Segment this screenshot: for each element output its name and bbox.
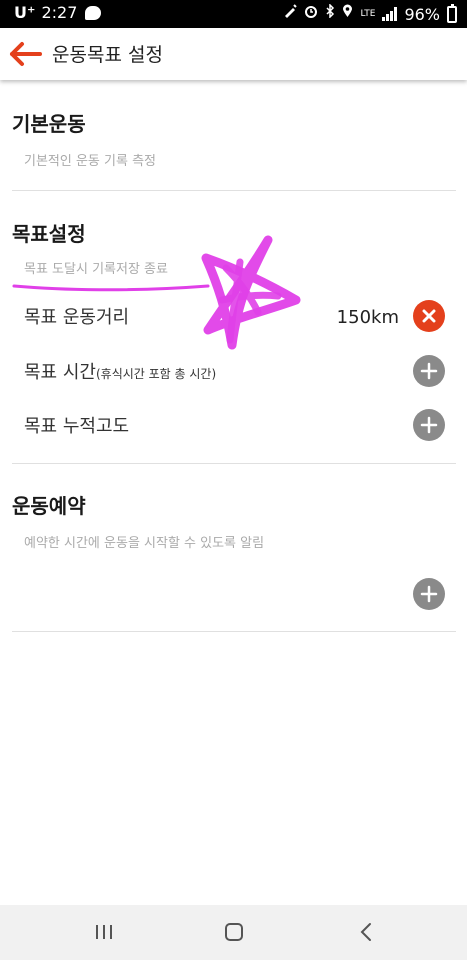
home-icon [225,923,243,941]
remove-distance-button[interactable] [413,300,445,332]
goal-time-sub-label: (휴식시간 포함 총 시간) [95,367,217,381]
bluetooth-icon [325,3,335,24]
close-icon [422,309,436,323]
goal-section-description: 목표 도달시 기록저장 종료 [24,262,168,277]
navigation-bar [0,905,467,960]
app-bar: 운동목표 설정 [0,28,467,80]
message-icon [85,5,102,20]
goal-section-title: 목표설정 [12,222,86,246]
reservation-section-title: 운동예약 [12,494,86,518]
goal-elevation-label: 목표 누적고도 [24,412,129,438]
nav-back-button[interactable] [346,917,386,949]
goal-distance-label: 목표 운동거리 [24,303,129,329]
reservation-section-description: 예약한 시간에 운동을 시작할 수 있도록 알림 [24,536,265,551]
plus-icon [420,416,438,434]
goal-distance-value[interactable]: 150km [337,307,399,328]
edit-pen-icon [283,4,298,24]
add-reservation-button[interactable] [413,578,445,610]
recent-apps-icon [96,925,112,939]
status-left: U⁺ 2:27 [14,3,102,22]
plus-icon [420,362,438,380]
plus-icon [420,585,438,603]
chevron-left-icon [360,923,371,941]
home-button[interactable] [214,917,254,949]
goal-time-label-text: 목표 시간 [24,362,96,383]
page-title: 운동목표 설정 [52,44,163,66]
signal-icon [382,7,398,21]
alarm-icon [304,4,318,24]
divider [12,190,456,191]
lte-indicator: LTE [360,8,376,19]
basic-section-description: 기본적인 운동 기록 측정 [24,154,156,169]
recent-apps-button[interactable] [84,917,124,949]
basic-section-title[interactable]: 기본운동 [12,108,86,137]
goal-elevation-label-text: 목표 누적고도 [24,416,130,437]
back-arrow-icon [10,42,42,66]
clock: 2:27 [41,3,78,22]
goal-time-label: 목표 시간(휴식시간 포함 총 시간) [24,358,216,384]
add-time-button[interactable] [413,355,445,387]
annotation-scribble [12,235,301,350]
battery-icon [447,3,457,23]
divider [12,463,456,464]
status-right: LTE 96% [283,3,457,24]
goal-distance-label-text: 목표 운동거리 [24,307,130,328]
add-elevation-button[interactable] [413,409,445,441]
back-button[interactable] [8,36,44,72]
carrier-label: U⁺ [14,3,36,22]
status-bar: U⁺ 2:27 LTE 96% [0,0,467,28]
battery-percent: 96% [404,4,440,24]
location-icon [342,4,353,24]
divider [12,631,456,632]
